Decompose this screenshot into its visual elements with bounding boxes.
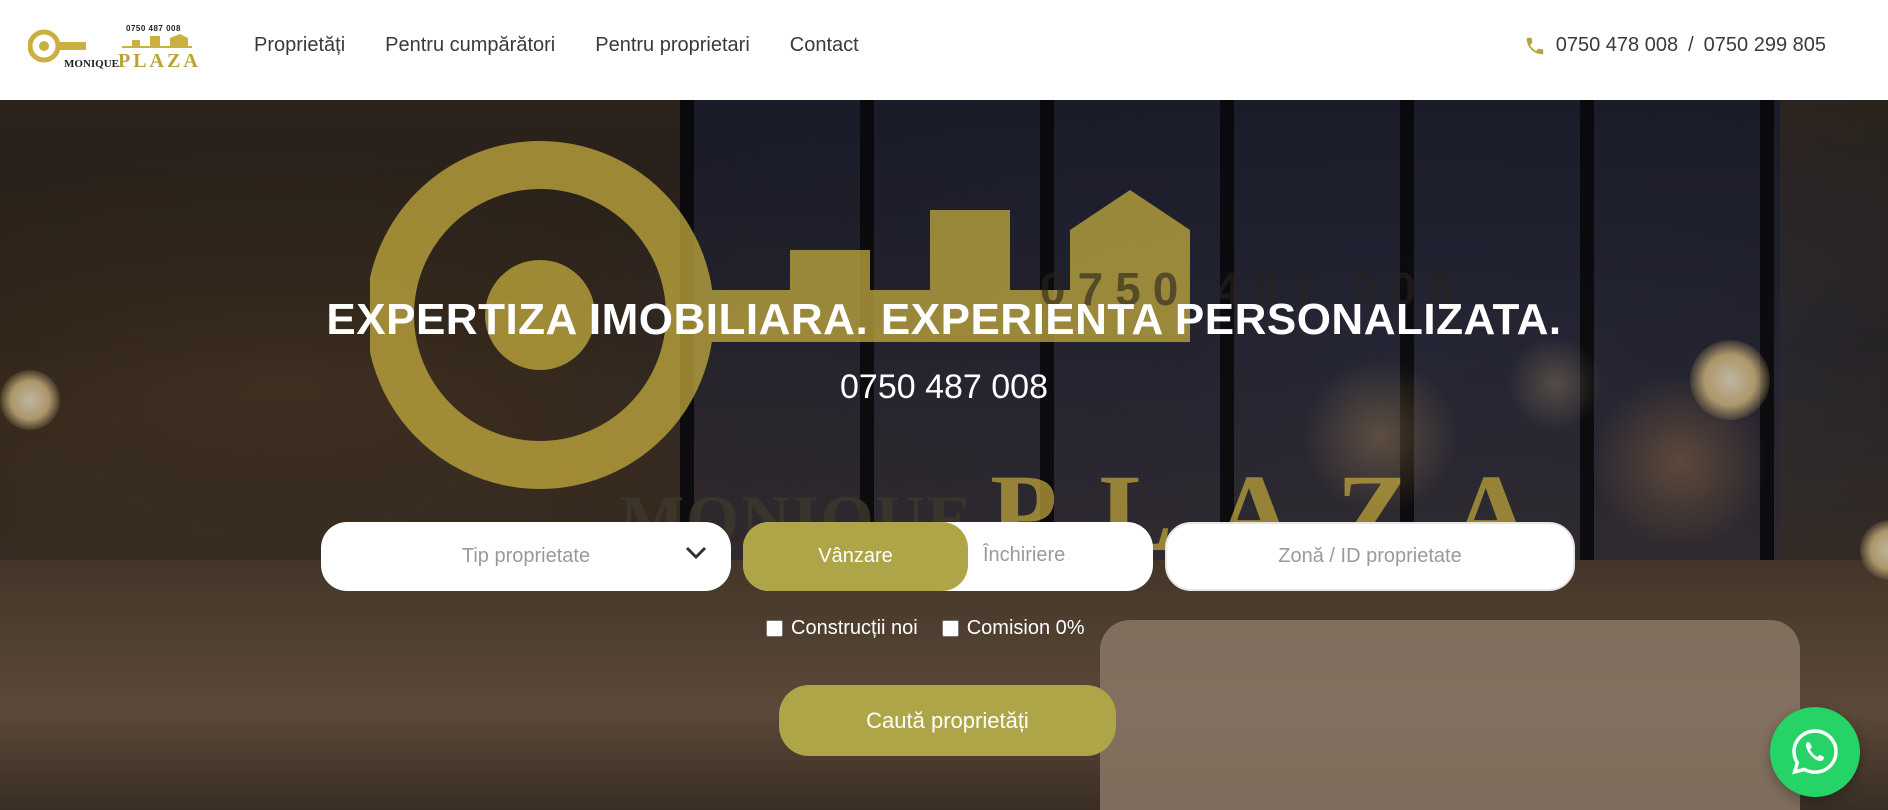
zero-commission-label: Comision 0% <box>966 617 1085 639</box>
nav-item-contact[interactable]: Contact <box>790 34 859 57</box>
deal-rent-button[interactable]: Închiriere <box>983 544 1065 567</box>
header-phone-1[interactable]: 0750 478 008 <box>1556 34 1678 57</box>
phone-separator: / <box>1688 34 1694 56</box>
property-type-select[interactable]: Tip proprietate <box>321 522 731 591</box>
new-constructions-checkbox[interactable]: Construcții noi <box>766 617 918 640</box>
zone-id-placeholder: Zonă / ID proprietate <box>1278 545 1462 567</box>
whatsapp-button[interactable] <box>1770 707 1860 797</box>
checkbox-box[interactable] <box>766 620 783 637</box>
hero-headline: EXPERTIZA IMOBILIARA. EXPERIENTA PERSONA… <box>326 295 1562 344</box>
site-header: 0750 487 008 MONIQUE PLAZA Proprietăți P… <box>0 0 1888 100</box>
hero-phone[interactable]: 0750 487 008 <box>0 368 1888 407</box>
nav-item-proprietati[interactable]: Proprietăți <box>254 34 345 57</box>
deal-type-toggle: Vânzare Închiriere <box>743 522 1153 591</box>
zero-commission-checkbox[interactable]: Comision 0% <box>941 617 1085 640</box>
search-filters: Construcții noi Comision 0% <box>766 617 1085 640</box>
header-phone-2[interactable]: 0750 299 805 <box>1704 34 1826 57</box>
zone-id-input[interactable]: Zonă / ID proprietate <box>1165 522 1575 591</box>
nav-item-proprietari[interactable]: Pentru proprietari <box>595 34 750 57</box>
chevron-down-icon <box>685 546 707 560</box>
nav-item-cumparatori[interactable]: Pentru cumpărători <box>385 34 555 57</box>
site-logo[interactable]: 0750 487 008 MONIQUE PLAZA <box>28 20 198 76</box>
skyline-icon <box>122 34 192 48</box>
property-type-placeholder: Tip proprietate <box>461 545 591 567</box>
new-constructions-label: Construcții noi <box>791 617 918 639</box>
logo-phone: 0750 487 008 <box>126 24 181 33</box>
header-phones: 0750 478 008 / 0750 299 805 <box>1524 34 1826 57</box>
main-nav: Proprietăți Pentru cumpărători Pentru pr… <box>254 34 859 57</box>
logo-plaza: PLAZA <box>118 50 201 72</box>
whatsapp-icon <box>1792 729 1838 775</box>
search-properties-button[interactable]: Caută proprietăți <box>779 685 1116 756</box>
logo-monique: MONIQUE <box>64 58 119 70</box>
checkbox-box[interactable] <box>941 620 959 637</box>
deal-sale-button[interactable]: Vânzare <box>743 522 968 591</box>
phone-icon <box>1526 37 1543 54</box>
